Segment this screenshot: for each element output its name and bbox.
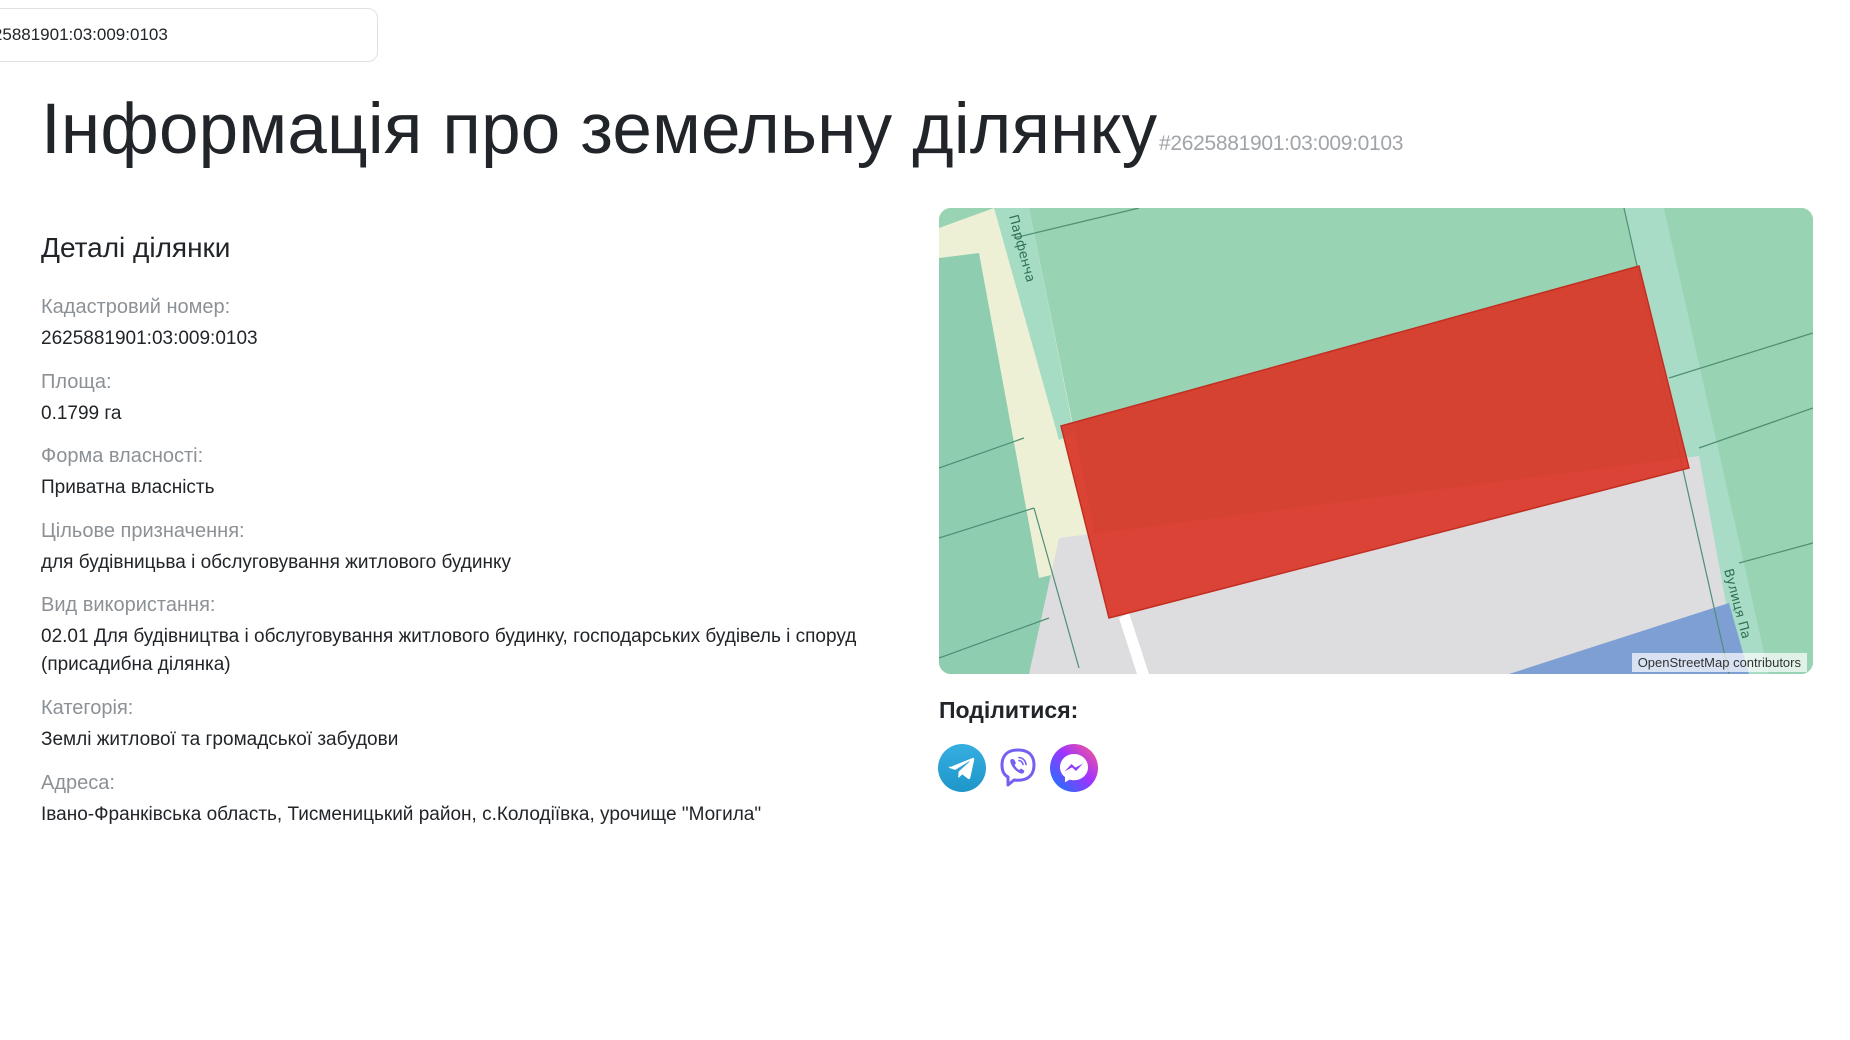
cadastral-search-input[interactable] bbox=[0, 23, 349, 47]
section-title: Деталі ділянки bbox=[41, 232, 231, 263]
area-value: 0.1799 га bbox=[41, 403, 122, 424]
area-label: Площа: bbox=[41, 371, 112, 393]
cadastral-number-tag: #2625881901:03:009:0103 bbox=[1159, 132, 1404, 155]
usage-type-value: 02.01 Для будівництва і обслуговування ж… bbox=[41, 626, 857, 675]
cadastral-number-value: 2625881901:03:009:0103 bbox=[41, 328, 258, 349]
telegram-share-button[interactable] bbox=[938, 744, 986, 792]
cadastral-number-label: Кадастровий номер: bbox=[41, 296, 231, 318]
purpose-label: Цільове призначення: bbox=[41, 520, 245, 542]
search-field[interactable] bbox=[0, 8, 378, 62]
category-value: Землі житлової та громадської забудови bbox=[41, 729, 399, 750]
page-title: Інформація про земельну ділянку bbox=[41, 90, 1158, 169]
share-label: Поділитися: bbox=[939, 697, 1079, 723]
telegram-icon bbox=[938, 744, 986, 792]
map-attribution[interactable]: OpenStreetMap contributors bbox=[1631, 653, 1807, 672]
purpose-value: для будівницьва і обслуговування житлово… bbox=[41, 552, 511, 573]
category-label: Категорія: bbox=[41, 697, 134, 719]
messenger-share-button[interactable] bbox=[1050, 744, 1098, 792]
viber-icon bbox=[994, 744, 1042, 792]
ownership-label: Форма власності: bbox=[41, 445, 204, 467]
viber-share-button[interactable] bbox=[994, 744, 1042, 792]
address-label: Адреса: bbox=[41, 772, 115, 794]
parcel-map[interactable]: Парфенча Вулиця Па OpenStreetMap contrib… bbox=[939, 208, 1813, 674]
ownership-value: Приватна власність bbox=[41, 477, 215, 498]
address-value: Івано-Франківська область, Тисменицький … bbox=[41, 804, 762, 825]
usage-type-label: Вид використання: bbox=[41, 594, 216, 616]
messenger-icon bbox=[1050, 744, 1098, 792]
